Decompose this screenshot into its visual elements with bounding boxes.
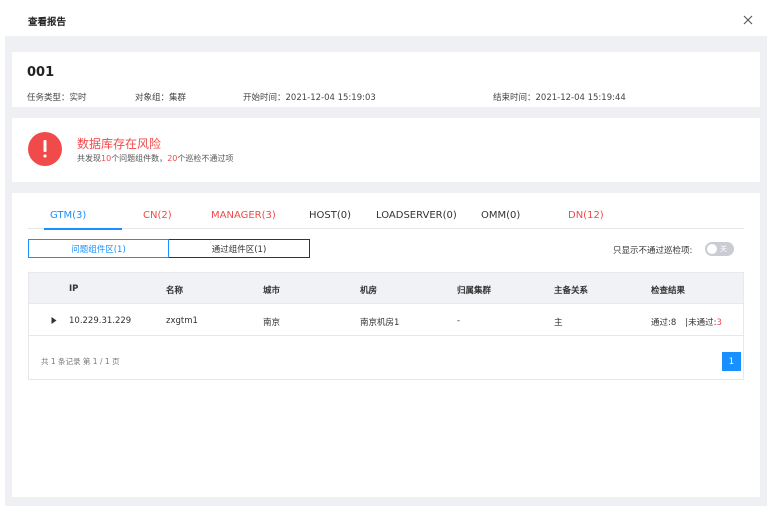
header-cluster: 归属集群 — [457, 286, 492, 296]
tab-loadserver[interactable]: LOADSERVER(0) — [376, 210, 457, 221]
pagination: 共 1 条记录 第 1 / 1 页 1 — [28, 336, 744, 380]
header-role: 主备关系 — [554, 286, 589, 296]
cell-result: 通过:8 |未通过:3 — [651, 316, 722, 328]
table-row[interactable]: 10.229.31.229 zxgtm1 南京 南京机房1 - 主 通过:8 |未… — [28, 303, 744, 336]
table-header: IP 名称 城市 机房 归属集群 主备关系 检查结果 — [28, 272, 744, 303]
tab-host[interactable]: HOST(0) — [309, 210, 351, 221]
tab-manager[interactable]: MANAGER(3) — [211, 210, 276, 221]
component-segment: 问题组件区(1) 通过组件区(1) — [28, 239, 310, 258]
warning-icon — [28, 132, 62, 166]
failed-only-toggle[interactable]: 关 — [705, 242, 734, 256]
fail-count: 20 — [167, 154, 178, 163]
risk-title: 数据库存在风险 — [77, 137, 162, 151]
risk-card: 数据库存在风险 共发现10个问题组件数，20个巡检不通过项 — [12, 118, 760, 182]
components-card: GTM(3) CN(2) MANAGER(3) HOST(0) LOADSERV… — [12, 193, 760, 497]
fail-value: 3 — [716, 318, 722, 328]
pagination-info: 共 1 条记录 第 1 / 1 页 — [41, 357, 120, 366]
active-tab-indicator — [44, 228, 122, 230]
toggle-text: 关 — [720, 245, 727, 253]
header-result: 检查结果 — [651, 286, 686, 296]
cell-cluster: - — [457, 316, 461, 326]
risk-summary: 共发现10个问题组件数，20个巡检不通过项 — [77, 154, 234, 163]
object-group: 对象组：集群 — [135, 93, 187, 103]
dialog-title: 查看报告 — [28, 17, 67, 28]
header-city: 城市 — [263, 286, 281, 296]
task-id: 001 — [27, 65, 55, 80]
cell-ip: 10.229.31.229 — [69, 316, 132, 326]
problem-components-button[interactable]: 问题组件区(1) — [28, 239, 169, 258]
task-info-card: 001 任务类型：实时 对象组：集群 开始时间：2021-12-04 15:19… — [12, 52, 760, 107]
filter-label: 只显示不通过巡检项: — [613, 246, 693, 256]
component-tabs: GTM(3) CN(2) MANAGER(3) HOST(0) LOADSERV… — [28, 210, 744, 230]
toggle-knob — [707, 244, 717, 254]
tab-dn[interactable]: DN(12) — [568, 210, 604, 221]
cell-city: 南京 — [263, 318, 281, 328]
cell-room: 南京机房1 — [360, 318, 400, 328]
close-icon[interactable] — [741, 13, 755, 27]
tab-omm[interactable]: OMM(0) — [481, 210, 520, 221]
end-time: 结束时间：2021-12-04 15:19:44 — [493, 93, 626, 103]
header-name: 名称 — [166, 286, 184, 296]
cell-role: 主 — [554, 318, 563, 328]
expand-row-icon[interactable] — [50, 316, 58, 325]
start-time: 开始时间：2021-12-04 15:19:03 — [243, 93, 376, 103]
component-table: IP 名称 城市 机房 归属集群 主备关系 检查结果 10.229.31.229… — [28, 272, 744, 380]
dialog-header: 查看报告 — [0, 0, 775, 36]
page-button-1[interactable]: 1 — [722, 352, 741, 371]
tab-cn[interactable]: CN(2) — [143, 210, 172, 221]
header-ip: IP — [69, 284, 79, 294]
header-room: 机房 — [360, 286, 378, 296]
problem-count: 10 — [101, 154, 112, 163]
task-type: 任务类型：实时 — [27, 93, 87, 103]
fail-label: |未通过: — [685, 318, 717, 328]
pass-count: 通过:8 — [651, 318, 677, 328]
tab-gtm[interactable]: GTM(3) — [50, 210, 86, 221]
passed-components-button[interactable]: 通过组件区(1) — [169, 239, 310, 258]
cell-name: zxgtm1 — [166, 316, 198, 326]
